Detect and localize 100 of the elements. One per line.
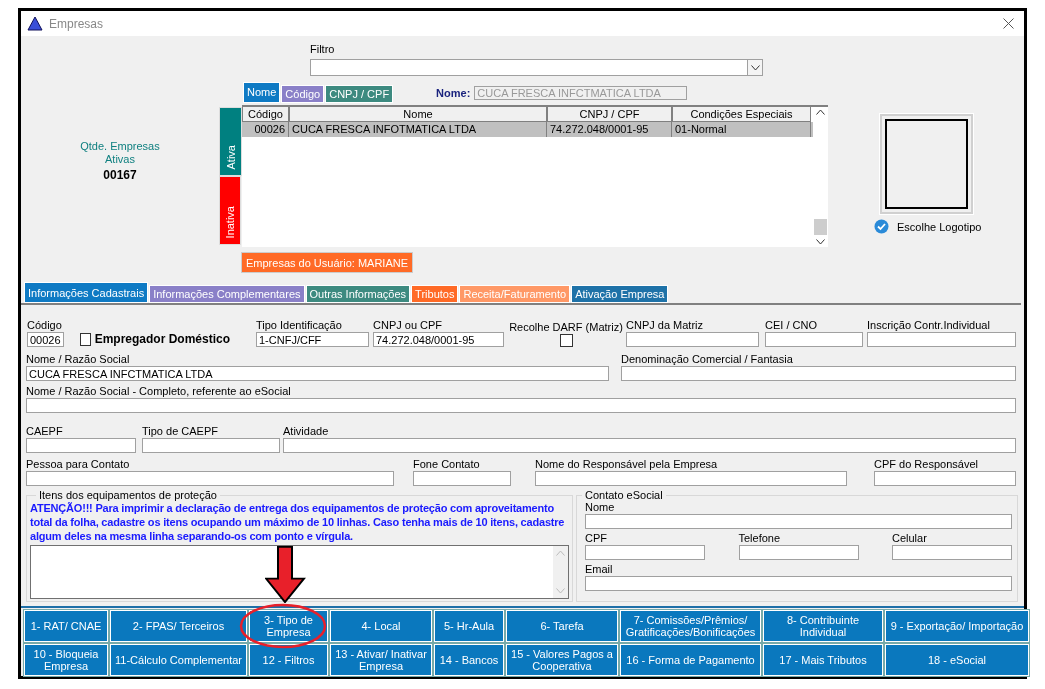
table-cell: CUCA FRESCA INFOTMATICA LTDA xyxy=(289,122,547,137)
action-button[interactable]: 5- Hr-Aula xyxy=(434,610,504,642)
text-field[interactable] xyxy=(626,332,759,347)
field-label: Denominação Comercial / Fantasia xyxy=(621,353,794,366)
checkbox-label: Recolhe DARF (Matriz) xyxy=(509,321,623,334)
user-companies-button[interactable]: Empresas do Usuário: MARIANE xyxy=(241,252,413,273)
search-tab[interactable]: Código xyxy=(281,85,325,103)
text-field[interactable] xyxy=(585,514,1012,529)
field-label: Fone Contato xyxy=(413,458,481,471)
checkbox-label: Empregador Doméstico xyxy=(94,332,230,346)
chevron-down-icon xyxy=(750,64,760,71)
action-button[interactable]: 7- Comissões/Prêmios/ Gratificações/Bonificações xyxy=(620,610,761,642)
company-count: 00167 xyxy=(103,167,137,182)
checkbox[interactable] xyxy=(559,334,573,347)
field-label: CAEPF xyxy=(26,425,64,438)
field-label: Inscrição Contr.Individual xyxy=(867,319,991,332)
field-label: Nome / Razão Social - Completo, referente ao eSocial xyxy=(26,385,292,398)
action-button[interactable]: 15 - Valores Pagos a Cooperativa xyxy=(506,644,618,676)
check-icon xyxy=(874,219,889,234)
tab[interactable]: Informações Complementares xyxy=(149,285,305,303)
action-button[interactable]: 3- Tipo de Empresa xyxy=(249,610,328,642)
tab[interactable]: Ativação Empresa xyxy=(571,285,669,303)
status-tab[interactable]: Ativa xyxy=(219,107,242,176)
warning-text: ATENÇÃO!!! Para imprimir a declaração de entrega dos equipamentos de proteção com aproveitamento total da folha, cadastre os itens ocupando um máximo de 10 linhas. Caso tenha mais de 10 itens, cadastre algum deles na mesma linha separando-os com ponto e vírgula. xyxy=(30,501,566,543)
tab[interactable]: Outras Informações xyxy=(305,285,411,303)
action-button[interactable]: 6- Tarefa xyxy=(506,610,618,642)
field-label: CNPJ da Matriz xyxy=(626,319,705,332)
action-button[interactable]: 18 - eSocial xyxy=(885,644,1029,676)
field-label: Tipo Identificação xyxy=(256,319,343,332)
field-label: CEI / CNO xyxy=(765,319,818,332)
search-tab[interactable]: CNPJ / CPF xyxy=(325,85,394,103)
field-label: Email xyxy=(585,563,614,576)
filter-dropdown[interactable] xyxy=(310,59,763,76)
text-field[interactable] xyxy=(621,366,1016,381)
action-button[interactable]: 12 - Filtros xyxy=(249,644,328,676)
action-button[interactable]: 16 - Forma de Pagamento xyxy=(620,644,761,676)
column-header[interactable]: Nome xyxy=(289,107,547,122)
checkbox[interactable] xyxy=(80,332,91,346)
text-field[interactable] xyxy=(867,332,1016,347)
arrow-annotation xyxy=(265,546,306,603)
text-field[interactable] xyxy=(585,545,705,560)
text-field[interactable] xyxy=(142,438,280,453)
column-header[interactable]: Código xyxy=(242,107,289,122)
scroll-down-icon[interactable] xyxy=(816,239,825,245)
field-label: CNPJ ou CPF xyxy=(373,319,444,332)
column-header[interactable]: Condições Especiais xyxy=(672,107,811,122)
table-row[interactable]: 00026 CUCA FRESCA INFOTMATICA LTDA 74.272.048/0001-95 01-Normal xyxy=(242,122,813,137)
group-title: Contato eSocial xyxy=(582,489,666,501)
field-label: Celular xyxy=(892,532,928,545)
scrollbar-thumb[interactable] xyxy=(814,219,827,235)
text-field[interactable] xyxy=(874,471,1016,486)
action-button[interactable]: 9 - Exportação/ Importação xyxy=(885,610,1029,642)
scroll-up-icon[interactable] xyxy=(816,109,825,115)
search-field[interactable]: CUCA FRESCA INFCTMATICA LTDA xyxy=(474,85,688,100)
field-label: CPF do Responsável xyxy=(874,458,979,471)
group-title: Itens dos equipamentos de proteção xyxy=(36,489,220,501)
action-button[interactable]: 14 - Bancos xyxy=(434,644,504,676)
choose-logo-button[interactable]: Escolhe Logotipo xyxy=(874,219,982,234)
field-label: Código xyxy=(27,319,63,332)
action-button[interactable]: 11-Cálculo Complementar xyxy=(110,644,247,676)
tab[interactable]: Tributos xyxy=(411,285,459,303)
text-field[interactable] xyxy=(738,545,859,560)
summary-label: Qtde. Empresas xyxy=(80,139,160,153)
table-cell: 74.272.048/0001-95 xyxy=(547,122,672,137)
text-field[interactable] xyxy=(892,545,1012,560)
close-icon[interactable] xyxy=(1003,18,1014,29)
action-button[interactable]: 8- Contribuinte Individual xyxy=(763,610,883,642)
action-button[interactable]: 2- FPAS/ Terceiros xyxy=(110,610,247,642)
search-tab[interactable]: Nome xyxy=(243,82,281,103)
text-field[interactable]: 00026 xyxy=(27,332,64,347)
field-label: CPF xyxy=(585,532,608,545)
action-button[interactable]: 13 - Ativar/ Inativar Empresa xyxy=(330,644,432,676)
text-field[interactable] xyxy=(26,471,394,486)
text-field[interactable] xyxy=(26,398,1016,413)
field-label: Atividade xyxy=(283,425,330,438)
field-label: Nome xyxy=(585,501,616,514)
field-label: Nome: xyxy=(436,86,471,99)
text-field[interactable]: 1-CNFJ/CFF xyxy=(256,332,369,347)
text-field[interactable] xyxy=(585,576,1012,591)
table-cell: 01-Normal xyxy=(672,122,811,137)
text-field[interactable] xyxy=(283,438,1016,453)
text-field[interactable] xyxy=(765,332,863,347)
text-field[interactable]: 74.272.048/0001-95 xyxy=(373,332,504,347)
status-tab[interactable]: Inativa xyxy=(219,176,241,245)
action-button[interactable]: 10 - Bloqueia Empresa xyxy=(24,644,108,676)
action-button[interactable]: 1- RAT/ CNAE xyxy=(24,610,108,642)
field-label: Telefone xyxy=(738,532,782,545)
text-field[interactable] xyxy=(26,438,136,453)
action-button[interactable]: 4- Local xyxy=(330,610,432,642)
action-button[interactable]: 17 - Mais Tributos xyxy=(763,644,883,676)
window-title: Empresas xyxy=(49,16,104,31)
text-field[interactable]: CUCA FRESCA INFCTMATICA LTDA xyxy=(26,366,609,381)
app-icon xyxy=(27,16,43,31)
field-label: Nome do Responsável pela Empresa xyxy=(535,458,719,471)
field-label: Filtro xyxy=(310,43,336,56)
field-label: Pessoa para Contato xyxy=(26,458,131,471)
text-field[interactable] xyxy=(535,471,847,486)
column-header[interactable]: CNPJ / CPF xyxy=(547,107,672,122)
tab[interactable]: Informações Cadastrais xyxy=(24,282,149,303)
text-field[interactable] xyxy=(413,471,511,486)
